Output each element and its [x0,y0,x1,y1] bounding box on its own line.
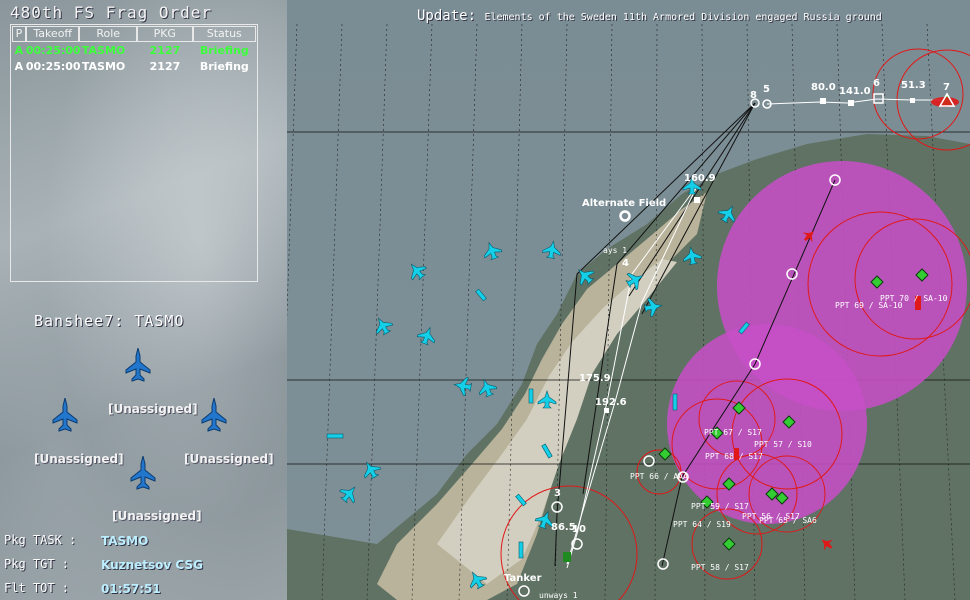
row-takeoff: 00:25:00 [25,60,81,73]
threat-label: PPT 68 / S17 [705,452,763,461]
distance-label-141: 141.0 [839,86,871,97]
flight-slot-3-jet-icon[interactable] [201,398,227,432]
threat-label: PPT 58 / S17 [691,563,749,572]
flight-slot-4-jet-icon[interactable] [130,456,156,490]
waypoint-label-6: 6 [873,78,880,89]
col-header-p[interactable]: P [12,26,26,42]
threat-label: PPT 65 / SA6 [759,516,817,525]
flt-tot-label: Flt TOT : [4,581,70,595]
row-role: TASMO [81,60,126,73]
flt-tot-value: 01:57:51 [101,582,161,596]
col-header-role[interactable]: Role [79,26,137,42]
table-row[interactable]: A 00:25:00 TASMO 2127 Briefing [12,43,256,59]
frag-order-table: P Takeoff Role PKG Status A 00:25:00 TAS… [10,24,258,282]
frag-order-panel: 480th FS Frag Order P Takeoff Role PKG S… [0,0,287,600]
col-header-pkg[interactable]: PKG [136,26,193,42]
distance-label-1926: 192.6 [595,397,627,408]
distance-label-80: 80.0 [811,82,836,93]
pkg-task-label: Pkg TASK : [4,533,77,547]
slot-label-3[interactable]: [Unassigned] [184,452,274,466]
runway-marker [563,552,571,562]
distance-label-513: 51.3 [901,80,926,91]
distance-label-1609: 160.9 [684,173,716,184]
tanker-label: Tanker [504,573,542,584]
row-role: TASMO [81,44,126,57]
row-priority: A [14,60,24,73]
threat-label: PPT 66 / AAA [630,472,688,481]
update-label: Update: [417,8,477,24]
threat-label: PPT 57 / S10 [754,440,812,449]
slot-label-2[interactable]: [Unassigned] [34,452,124,466]
waypoint-label-7: 7 [943,82,950,93]
threat-label: PPT 64 / S19 [673,520,731,529]
slot-label-4[interactable]: [Unassigned] [112,509,202,523]
alternate-field-label: Alternate Field [582,198,666,209]
update-ticker: Update: Elements of the Sweden 11th Armo… [417,8,882,24]
frag-order-title: 480th FS Frag Order [10,3,213,22]
waypoint-label-4: 4 [622,258,629,269]
threat-label: PPT 59 / S17 [691,502,749,511]
slot-label-lead[interactable]: [Unassigned] [108,402,198,416]
row-priority: A [14,44,24,57]
flight-slot-2-jet-icon[interactable] [52,398,78,432]
distance-label-1759: 175.9 [579,373,611,384]
update-message: Elements of the Sweden 11th Armored Divi… [484,12,882,23]
pkg-tgt-label: Pkg TGT : [4,557,70,571]
waypoint-label-10: 10 [572,524,586,535]
frag-table-header: P Takeoff Role PKG Status [12,26,256,42]
target-marker[interactable] [931,92,959,107]
waypoint-label-3: 3 [554,488,561,499]
airfield-label: ays 1 [603,246,627,255]
row-status: Briefing [199,60,249,73]
col-header-takeoff[interactable]: Takeoff [25,26,80,42]
runway-label: unways 1 [539,591,578,600]
threat-label: PPT 69 / SA-10 [835,301,903,310]
package-title: Banshee7: TASMO [34,312,185,330]
pkg-tgt-value: Kuznetsov CSG [101,558,203,572]
col-header-status[interactable]: Status [192,26,256,42]
waypoint-label-5: 5 [763,84,770,95]
threat-label: PPT 67 / S17 [704,428,762,437]
row-pkg: 2127 [149,60,181,73]
waypoint-label-8: 8 [750,90,757,101]
row-takeoff: 00:25:00 [25,44,81,57]
row-status: Briefing [199,44,249,57]
table-row[interactable]: A 00:25:00 TASMO 2127 Briefing [12,59,256,75]
flight-lead-jet-icon[interactable] [125,348,151,382]
row-pkg: 2127 [149,44,181,57]
airfield-markers[interactable] [620,211,630,221]
pkg-task-value: TASMO [101,534,149,548]
tactical-map[interactable]: 5 8 6 7 80.0 141.0 51.3 160.9 175.9 192.… [287,24,970,600]
